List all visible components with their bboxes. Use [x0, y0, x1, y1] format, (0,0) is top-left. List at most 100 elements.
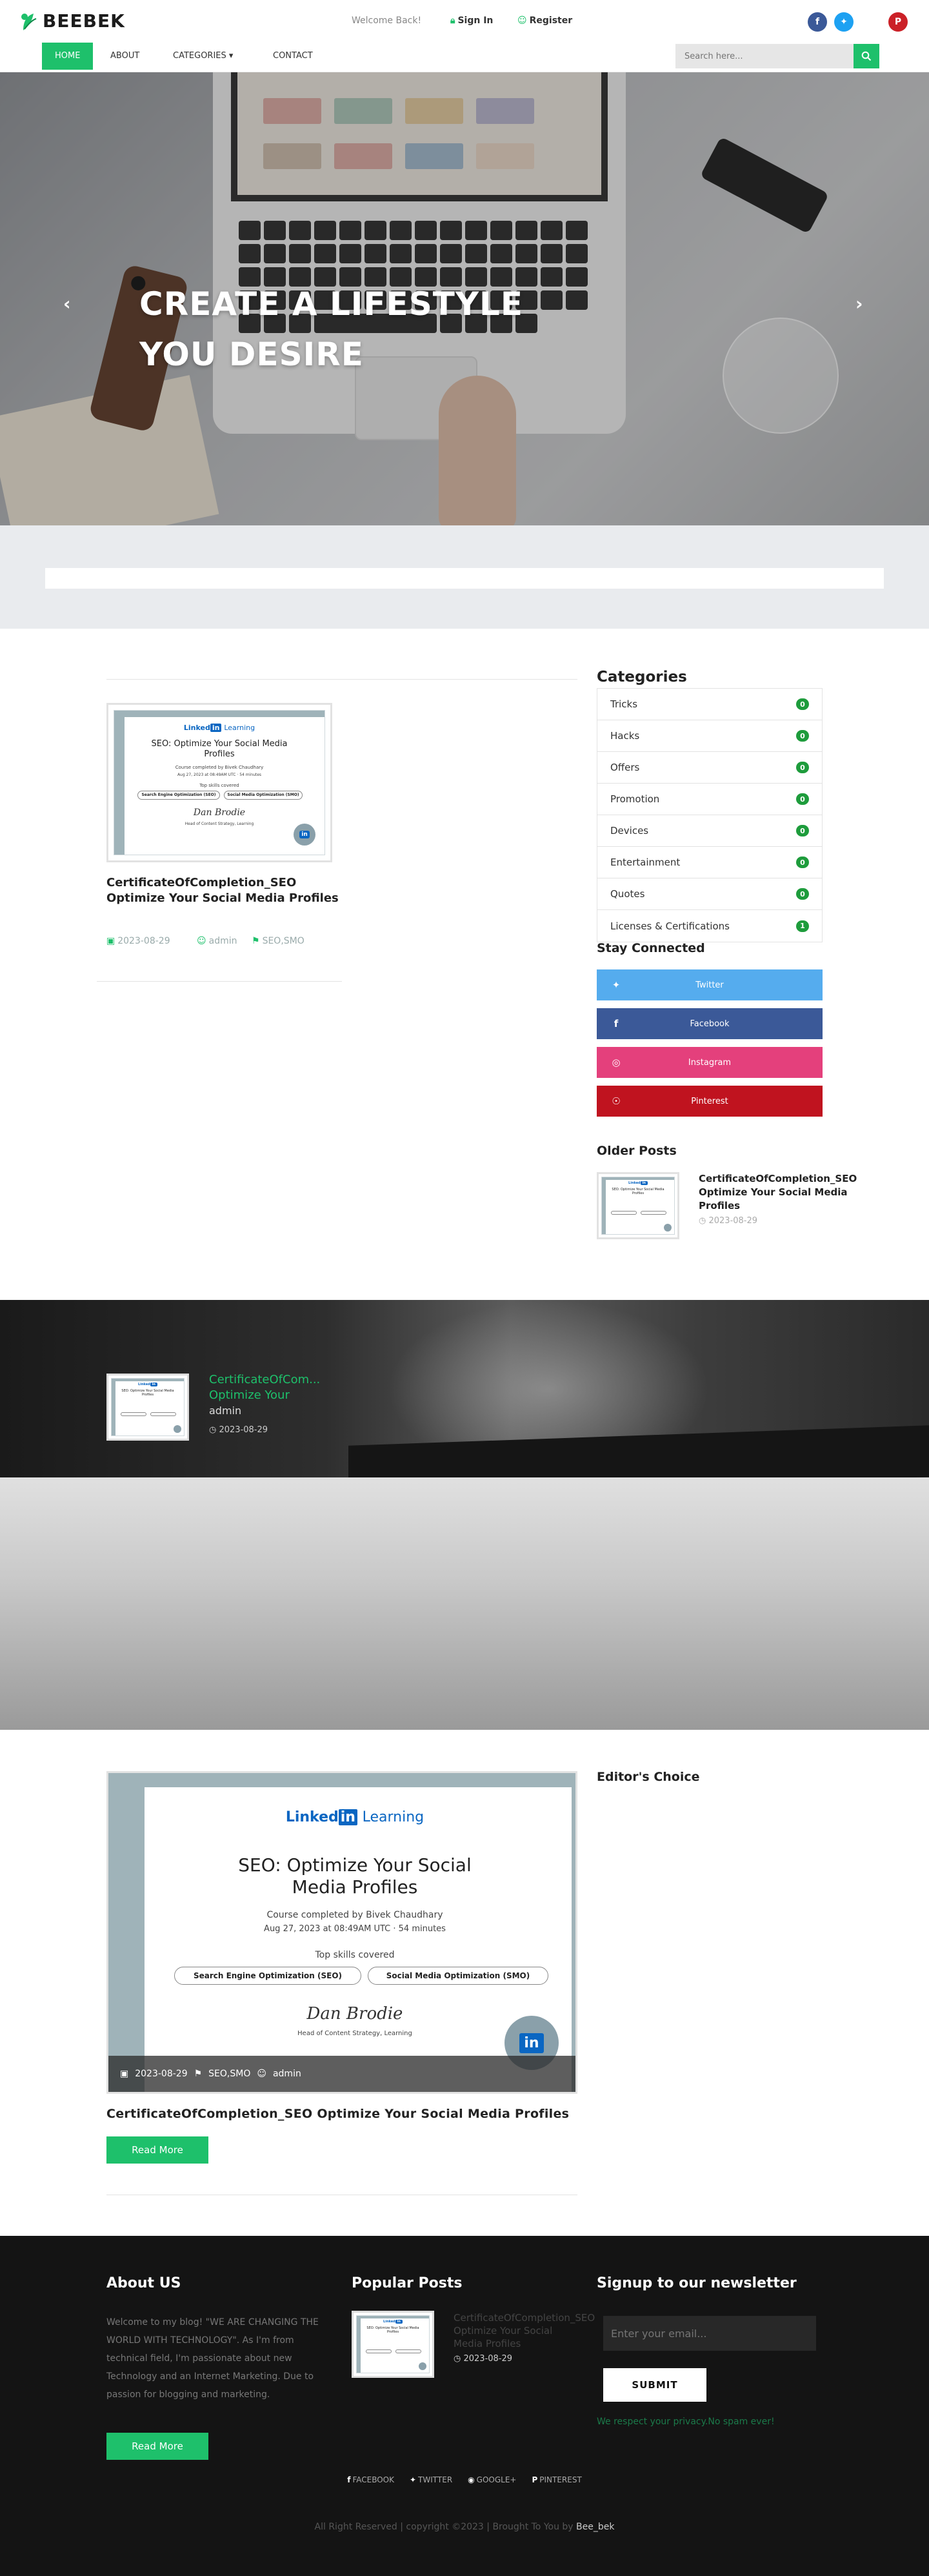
cert-seal-icon [174, 1425, 181, 1433]
hero-next-arrow[interactable]: › [855, 293, 863, 314]
category-count: 0 [796, 825, 809, 837]
cert-skills-heading: Top skills covered [199, 783, 239, 788]
footer-link-label: TWITTER [418, 2475, 453, 2484]
banner-post-date: ◷ 2023-08-29 [209, 1425, 268, 1435]
sign-in-link[interactable]: 🔒︎ Sign In [450, 15, 493, 26]
cert-skill-seo: Search Engine Optimization (SEO) [137, 791, 220, 800]
twitter-label: Twitter [695, 980, 724, 990]
category-count: 0 [796, 762, 809, 773]
cert-date-line: Aug 27, 2023 at 08:49AM UTC · 54 minutes [264, 1924, 446, 1934]
footer-facebook-link[interactable]: f FACEBOOK [347, 2475, 394, 2484]
category-label: Promotion [610, 793, 660, 805]
main-nav: HOME ABOUT CATEGORIES ▾ CONTACT [0, 43, 929, 72]
register-label: Register [529, 15, 573, 26]
category-label: Tricks [610, 698, 638, 710]
category-label: Quotes [610, 888, 645, 900]
post-author[interactable]: ☺ admin [197, 936, 237, 946]
category-count: 0 [796, 793, 809, 805]
register-link[interactable]: ☺ Register [517, 15, 572, 26]
footer-social-links: f FACEBOOK ✦ TWITTER ◉ GOOGLE+ P PINTEREST [0, 2475, 929, 2484]
facebook-button[interactable]: f Facebook [597, 1008, 823, 1039]
pinterest-icon: P [532, 2475, 538, 2484]
older-post-title[interactable]: CertificateOfCompletion_SEO Optimize You… [699, 1172, 886, 1213]
category-label: Hacks [610, 730, 640, 742]
older-date-text: 2023-08-29 [708, 1216, 758, 1226]
user-icon: ☺ [197, 936, 206, 946]
category-count: 1 [796, 920, 809, 932]
top-bar: BEEBEK Welcome Back! 🔒︎ Sign In ☺ Register… [0, 0, 929, 43]
lock-icon: 🔒︎ [450, 15, 455, 26]
older-posts-heading: Older Posts [597, 1144, 677, 1158]
feature-author[interactable]: admin [273, 2069, 301, 2079]
read-more-button[interactable]: Read More [106, 2136, 208, 2164]
ticker-box [45, 568, 884, 589]
search-icon [861, 51, 872, 61]
facebook-icon[interactable]: f [808, 12, 827, 32]
post-tags[interactable]: ⚑ SEO,SMO [252, 936, 305, 946]
footer-twitter-link[interactable]: ✦ TWITTER [410, 2475, 452, 2484]
nav-categories[interactable]: CATEGORIES ▾ [160, 43, 246, 70]
post-date: ▣ 2023-08-29 [106, 936, 170, 946]
certificate-image: Linked in SEO: Optimize Your Social Media… [111, 1378, 185, 1436]
category-item[interactable]: Entertainment 0 [597, 847, 822, 878]
post-thumbnail[interactable]: Linked in Learning SEO: Optimize Your Soc… [106, 703, 332, 862]
feature-date: 2023-08-29 [135, 2069, 188, 2079]
pinterest-icon[interactable]: P [888, 12, 908, 32]
nav-contact[interactable]: CONTACT [260, 43, 326, 70]
footer-google-link[interactable]: ◉ GOOGLE+ [468, 2475, 516, 2484]
popular-post-thumbnail[interactable]: Linked in SEO: Optimize Your Social Media… [352, 2311, 434, 2378]
hero-prev-arrow[interactable]: ‹ [63, 293, 71, 314]
pinterest-button[interactable]: ☉ Pinterest [597, 1086, 823, 1117]
category-item[interactable]: Promotion 0 [597, 784, 822, 815]
feature-tags[interactable]: SEO,SMO [208, 2069, 250, 2079]
older-post-date: ◷ 2023-08-29 [699, 1216, 757, 1226]
category-label: Devices [610, 825, 649, 837]
footer-read-more-button[interactable]: Read More [106, 2433, 208, 2460]
cert-logo-in: in [338, 1809, 357, 1825]
twitter-button[interactable]: ✦ Twitter [597, 969, 823, 1000]
feature-post-image[interactable]: Linked in Learning SEO: Optimize Your Soc… [106, 1771, 577, 2094]
tag-icon: ⚑ [194, 2069, 203, 2079]
pinterest-label: Pinterest [691, 1096, 728, 1106]
privacy-note: We respect your privacy.No spam ever! [597, 2417, 775, 2427]
category-item[interactable]: Tricks 0 [597, 689, 822, 720]
older-post-thumbnail[interactable]: Linked in SEO: Optimize Your Social Media… [597, 1172, 679, 1239]
banner-post-title[interactable]: CertificateOfCom... Optimize Your [209, 1372, 345, 1403]
copyright-brand-link[interactable]: Bee_bek [576, 2522, 614, 2532]
category-item[interactable]: Hacks 0 [597, 720, 822, 752]
category-count: 0 [796, 730, 809, 742]
categories-heading: Categories [597, 669, 687, 685]
banner-post-thumbnail[interactable]: Linked in SEO: Optimize Your Social Media… [106, 1374, 189, 1441]
banner-date-text: 2023-08-29 [219, 1425, 268, 1435]
footer-link-label: GOOGLE+ [476, 2475, 517, 2484]
popular-posts-heading: Popular Posts [352, 2275, 463, 2291]
about-heading: About US [106, 2275, 181, 2291]
nav-about[interactable]: ABOUT [97, 43, 152, 70]
twitter-icon[interactable]: ✦ [834, 12, 854, 32]
newsletter-email-input[interactable] [603, 2316, 816, 2351]
category-item[interactable]: Devices 0 [597, 815, 822, 847]
nav-home[interactable]: HOME [42, 43, 94, 70]
footer-link-label: FACEBOOK [352, 2475, 394, 2484]
popular-post-title[interactable]: CertificateOfCompletion_SEO Optimize You… [454, 2311, 595, 2350]
category-item[interactable]: Quotes 0 [597, 878, 822, 910]
cert-logo-learning: Learning [224, 724, 255, 732]
cert-seal-icon [664, 1224, 672, 1232]
editors-choice-heading: Editor's Choice [597, 1770, 700, 1784]
categories-list: Tricks 0 Hacks 0 Offers 0 Promotion 0 Device… [597, 688, 823, 942]
category-item[interactable]: Offers 0 [597, 752, 822, 784]
twitter-icon: ✦ [409, 2475, 417, 2484]
site-logo[interactable]: BEEBEK [19, 10, 125, 32]
instagram-button[interactable]: ◎ Instagram [597, 1047, 823, 1078]
search-button[interactable] [854, 44, 879, 68]
feature-post-title[interactable]: CertificateOfCompletion_SEO Optimize You… [106, 2107, 569, 2121]
banner-post-author[interactable]: admin [209, 1405, 241, 1417]
category-item[interactable]: Licenses & Certifications 1 [597, 910, 822, 942]
search-input[interactable] [675, 44, 854, 68]
popular-date-text: 2023-08-29 [463, 2354, 513, 2364]
footer-pinterest-link[interactable]: P PINTEREST [532, 2475, 581, 2484]
category-count: 0 [796, 698, 809, 710]
post-title[interactable]: CertificateOfCompletion_SEO Optimize You… [106, 875, 339, 906]
newsletter-submit-button[interactable]: SUBMIT [603, 2368, 706, 2402]
cert-logo-learning: Learning [362, 1809, 425, 1825]
